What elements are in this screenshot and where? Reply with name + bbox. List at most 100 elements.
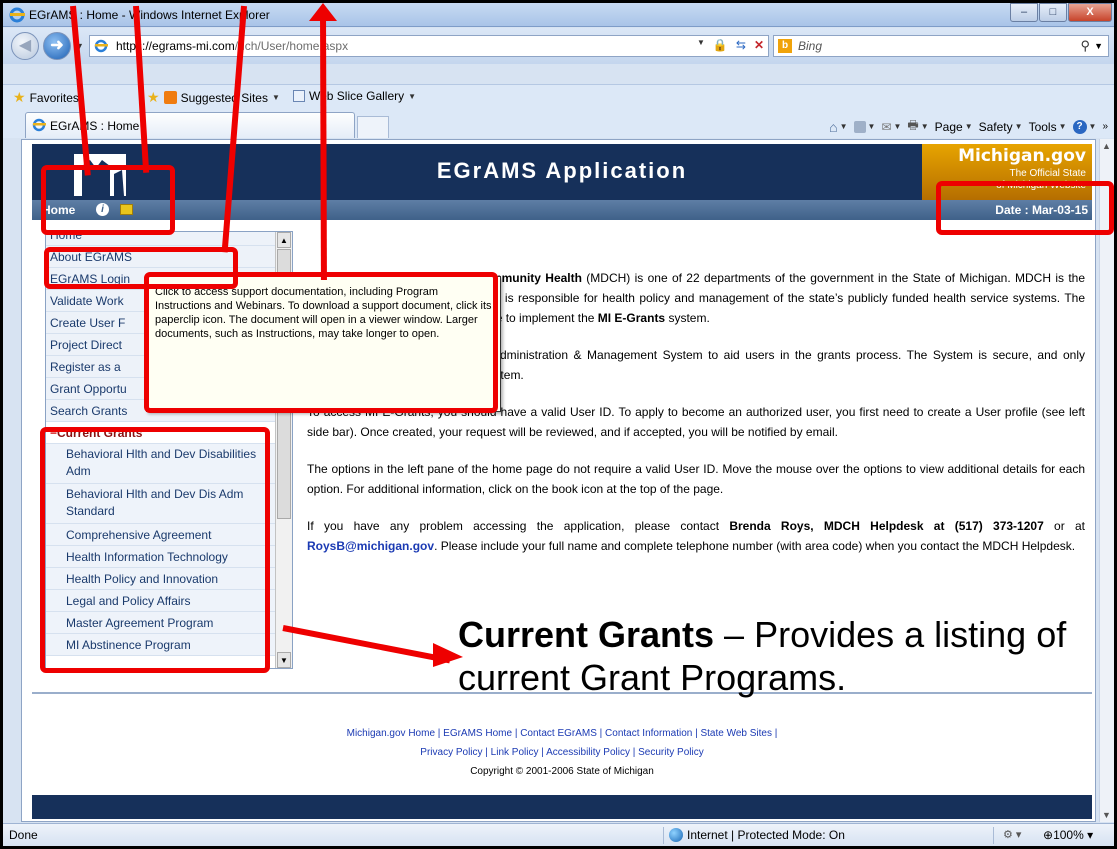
footer-links-line1[interactable]: Michigan.gov Home | EGrAMS Home | Contac… [32, 724, 1092, 743]
badge-subtitle-line1: The Official State [1009, 168, 1086, 179]
chevron-more-icon[interactable]: » [1102, 121, 1108, 132]
minimize-button[interactable]: – [1010, 3, 1038, 22]
url-host: https://egrams-mi.com [116, 39, 235, 53]
helpdesk-email-link[interactable]: RoysB@michigan.gov [307, 539, 434, 553]
feeds-icon [853, 120, 866, 133]
address-field[interactable]: https://egrams-mi.com/dch/User/home.aspx… [89, 35, 769, 57]
page-scroll-up[interactable]: ▲ [1102, 141, 1111, 151]
safety-menu[interactable]: Safety ▼ [979, 120, 1023, 134]
app-nav-bar: Home i Date : Mar-03-15 [32, 200, 1092, 220]
home-button[interactable]: ⌂ ▼ [829, 119, 847, 135]
home-icon: ⌂ [829, 118, 838, 135]
annotation-box-logo [41, 165, 175, 235]
footer-band [32, 795, 1092, 819]
helpdesk-contact: Brenda Roys, MDCH Helpdesk at (517) 373-… [729, 519, 1044, 533]
zoom-label: 100% [1053, 828, 1084, 842]
tab-egrams-home[interactable]: EGrAMS : Home [25, 112, 355, 138]
print-button[interactable]: 🖶 ▼ [907, 116, 928, 137]
contact-text-b: or at [1043, 519, 1085, 533]
address-url: https://egrams-mi.com/dch/User/home.aspx [116, 39, 348, 53]
print-icon: 🖶 [907, 118, 919, 132]
contact-paragraph: If you have any problem accessing the ap… [307, 516, 1085, 556]
tools-menu-label: Tools [1028, 119, 1057, 134]
options-paragraph: The options in the left pane of the home… [307, 462, 1085, 496]
michigan-gov-title: Michigan.gov [958, 146, 1086, 166]
page-scroll-down[interactable]: ▼ [1102, 810, 1111, 820]
callout-line2: current Grant Programs. [458, 657, 847, 698]
zoom-level[interactable]: ⊕100% ▾ [1043, 828, 1093, 842]
favorites-label: Favorites [29, 90, 79, 105]
status-text: Done [9, 828, 38, 842]
refresh-icon[interactable]: ⇆ [736, 38, 746, 52]
suggested-sites-label: Suggested Sites [180, 90, 268, 105]
annotation-arrowhead [309, 3, 337, 21]
back-button[interactable]: ◀ [11, 32, 39, 60]
command-bar: ⌂ ▼ ▼ ✉ ▼ 🖶 ▼ Page ▼ Safety ▼ Tools ▼ ? ▼ » [829, 116, 1108, 137]
security-zone[interactable]: Internet | Protected Mode: On [669, 828, 845, 842]
add-favorite-icon: ★ [147, 89, 160, 105]
intro-text-c: system. [665, 311, 710, 325]
safety-menu-label: Safety [978, 119, 1013, 134]
protected-mode-icon[interactable]: ⚙ ▾ [1003, 828, 1021, 841]
status-bar: Done Internet | Protected Mode: On ⚙ ▾ ⊕… [3, 823, 1114, 846]
ie-icon [9, 7, 25, 23]
forward-icon: ➜ [50, 37, 64, 54]
maximize-button[interactable]: □ [1039, 3, 1067, 22]
tab-ie-icon [32, 118, 46, 132]
status-separator [663, 827, 664, 844]
callout-bold: Current Grants [458, 614, 715, 655]
tab-bar: EGrAMS : Home ⌂ ▼ ▼ ✉ ▼ 🖶 ▼ Page ▼ Safety ▼ T… [3, 108, 1114, 138]
contact-text-a: If you have any problem accessing the ap… [307, 519, 730, 533]
suggested-sites-icon [163, 91, 177, 104]
search-icon[interactable]: ⚲ [1080, 38, 1090, 54]
lock-icon[interactable]: 🔒 [713, 38, 728, 52]
help-menu[interactable]: ? ▼ [1072, 119, 1096, 134]
favorites-bar: ★ Favorites ★ Suggested Sites ▼ Web Slice G… [3, 84, 1114, 108]
back-icon: ◀ [18, 37, 32, 54]
window-titlebar: EGrAMS : Home - Windows Internet Explore… [3, 3, 1114, 27]
status-separator [993, 827, 994, 844]
scroll-down-arrow[interactable]: ▼ [277, 652, 291, 668]
annotation-box-current-grants [40, 427, 270, 673]
search-field[interactable]: b Bing ⚲ ▼ [773, 35, 1109, 57]
web-slice-icon [293, 90, 305, 102]
page-footer: Michigan.gov Home | EGrAMS Home | Contac… [32, 692, 1092, 781]
close-button[interactable]: X [1068, 3, 1112, 22]
mail-button[interactable]: ✉ ▼ [881, 120, 901, 134]
footer-links-line2[interactable]: Privacy Policy | Link Policy | Accessibi… [32, 743, 1092, 762]
scroll-up-arrow[interactable]: ▲ [277, 232, 291, 248]
feeds-button[interactable]: ▼ [853, 120, 875, 133]
window-controls: – □ X [1009, 3, 1112, 23]
ie-page-icon [94, 39, 108, 53]
annotation-box-date [936, 181, 1114, 235]
page-menu-label: Page [934, 119, 963, 134]
favorites-button[interactable]: ★ Favorites [13, 89, 79, 106]
contact-text-c: . Please include your full name and comp… [434, 539, 1076, 553]
url-path: /dch/User/home.aspx [234, 39, 349, 53]
security-zone-label: Internet | Protected Mode: On [687, 828, 845, 842]
page-menu[interactable]: Page ▼ [935, 120, 973, 134]
screenshot: EGrAMS : Home - Windows Internet Explore… [0, 0, 1117, 849]
annotation-callout: Current Grants – Provides a listing of cu… [458, 613, 1066, 699]
favorites-star-icon: ★ [13, 89, 26, 105]
new-tab-button[interactable] [357, 116, 389, 138]
search-dropdown[interactable]: ▼ [1094, 41, 1103, 51]
page-scrollbar[interactable]: ▲ ▼ [1099, 139, 1114, 822]
copyright: Copyright © 2001-2006 State of Michigan [470, 766, 654, 777]
annotation-line [320, 9, 327, 281]
callout-line1: – Provides a listing of [714, 614, 1067, 655]
window-title: EGrAMS : Home - Windows Internet Explore… [29, 8, 270, 22]
annotation-box-tooltip [144, 272, 498, 413]
tools-menu[interactable]: Tools ▼ [1029, 120, 1067, 134]
address-tools: ▼ 🔒 ⇆ ✕ [697, 38, 764, 52]
help-icon: ? [1072, 119, 1087, 134]
forward-button[interactable]: ➜ [43, 32, 71, 60]
search-placeholder: Bing [798, 39, 823, 53]
mi-e-grants-name: MI E-Grants [597, 311, 666, 325]
suggested-sites-link[interactable]: ★ Suggested Sites ▼ [147, 89, 280, 106]
bing-icon: b [778, 39, 792, 53]
app-header: EGrAMS Application Michigan.gov The Offi… [32, 144, 1092, 200]
stop-icon[interactable]: ✕ [754, 38, 764, 52]
address-dropdown[interactable]: ▼ [697, 38, 705, 52]
web-slice-gallery-link[interactable]: Web Slice Gallery ▼ [293, 89, 416, 103]
